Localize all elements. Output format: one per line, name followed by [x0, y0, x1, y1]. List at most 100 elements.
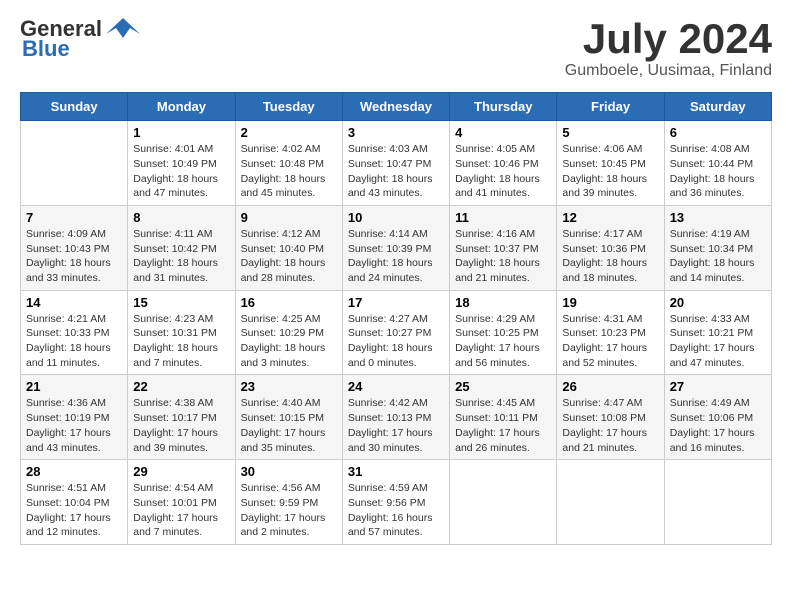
dow-header-wednesday: Wednesday	[342, 93, 449, 121]
calendar-cell: 29 Sunrise: 4:54 AMSunset: 10:01 PMDaylig…	[128, 460, 235, 545]
calendar-cell: 9Sunrise: 4:12 AMSunset: 10:40 PMDayligh…	[235, 205, 342, 290]
day-number: 28	[26, 464, 122, 479]
location-subtitle: Gumboele, Uusimaa, Finland	[565, 62, 772, 80]
day-number: 21	[26, 379, 122, 394]
day-info: Sunrise: 4:51 AMSunset: 10:04 PMDaylight…	[26, 481, 122, 540]
day-info: Sunrise: 4:25 AMSunset: 10:29 PMDaylight…	[241, 312, 337, 371]
dow-header-sunday: Sunday	[21, 93, 128, 121]
calendar-body: 1 Sunrise: 4:01 AMSunset: 10:49 PMDayligh…	[21, 121, 772, 545]
day-info: Sunrise: 4:08 AMSunset: 10:44 PMDaylight…	[670, 142, 766, 201]
day-number: 10	[348, 210, 444, 225]
day-info: Sunrise: 4:21 AMSunset: 10:33 PMDaylight…	[26, 312, 122, 371]
day-number: 17	[348, 295, 444, 310]
calendar-week-3: 14 Sunrise: 4:21 AMSunset: 10:33 PMDaylig…	[21, 290, 772, 375]
day-info: Sunrise: 4:19 AMSunset: 10:34 PMDaylight…	[670, 227, 766, 286]
day-info: Sunrise: 4:59 AMSunset: 9:56 PMDaylight:…	[348, 481, 444, 540]
day-info: Sunrise: 4:06 AMSunset: 10:45 PMDaylight…	[562, 142, 658, 201]
day-info: Sunrise: 4:16 AMSunset: 10:37 PMDaylight…	[455, 227, 551, 286]
day-info: Sunrise: 4:36 AMSunset: 10:19 PMDaylight…	[26, 396, 122, 455]
logo: General Blue	[20, 16, 140, 62]
day-number: 14	[26, 295, 122, 310]
day-info: Sunrise: 4:09 AMSunset: 10:43 PMDaylight…	[26, 227, 122, 286]
calendar-cell: 23 Sunrise: 4:40 AMSunset: 10:15 PMDaylig…	[235, 375, 342, 460]
day-info: Sunrise: 4:31 AMSunset: 10:23 PMDaylight…	[562, 312, 658, 371]
calendar-cell: 31 Sunrise: 4:59 AMSunset: 9:56 PMDayligh…	[342, 460, 449, 545]
calendar-cell: 11 Sunrise: 4:16 AMSunset: 10:37 PMDaylig…	[450, 205, 557, 290]
calendar-cell: 28 Sunrise: 4:51 AMSunset: 10:04 PMDaylig…	[21, 460, 128, 545]
page-header: General Blue July 2024 Gumboele, Uusimaa…	[20, 16, 772, 80]
logo-blue: Blue	[20, 36, 70, 62]
calendar-cell	[557, 460, 664, 545]
calendar-week-5: 28 Sunrise: 4:51 AMSunset: 10:04 PMDaylig…	[21, 460, 772, 545]
day-info: Sunrise: 4:56 AMSunset: 9:59 PMDaylight:…	[241, 481, 337, 540]
calendar-cell: 10 Sunrise: 4:14 AMSunset: 10:39 PMDaylig…	[342, 205, 449, 290]
calendar-cell: 26Sunrise: 4:47 AMSunset: 10:08 PMDaylig…	[557, 375, 664, 460]
day-info: Sunrise: 4:33 AMSunset: 10:21 PMDaylight…	[670, 312, 766, 371]
calendar-cell: 4 Sunrise: 4:05 AMSunset: 10:46 PMDayligh…	[450, 121, 557, 206]
day-number: 9	[241, 210, 337, 225]
day-number: 31	[348, 464, 444, 479]
day-number: 24	[348, 379, 444, 394]
calendar-cell: 18 Sunrise: 4:29 AMSunset: 10:25 PMDaylig…	[450, 290, 557, 375]
day-number: 18	[455, 295, 551, 310]
day-number: 11	[455, 210, 551, 225]
day-number: 2	[241, 125, 337, 140]
day-info: Sunrise: 4:45 AMSunset: 10:11 PMDaylight…	[455, 396, 551, 455]
day-number: 8	[133, 210, 229, 225]
day-number: 30	[241, 464, 337, 479]
day-info: Sunrise: 4:14 AMSunset: 10:39 PMDaylight…	[348, 227, 444, 286]
calendar-cell: 2 Sunrise: 4:02 AMSunset: 10:48 PMDayligh…	[235, 121, 342, 206]
day-number: 3	[348, 125, 444, 140]
dow-header-friday: Friday	[557, 93, 664, 121]
calendar-cell: 13 Sunrise: 4:19 AMSunset: 10:34 PMDaylig…	[664, 205, 771, 290]
day-number: 12	[562, 210, 658, 225]
day-info: Sunrise: 4:42 AMSunset: 10:13 PMDaylight…	[348, 396, 444, 455]
day-info: Sunrise: 4:47 AMSunset: 10:08 PMDaylight…	[562, 396, 658, 455]
day-number: 1	[133, 125, 229, 140]
calendar-cell	[21, 121, 128, 206]
day-number: 20	[670, 295, 766, 310]
calendar-week-4: 21 Sunrise: 4:36 AMSunset: 10:19 PMDaylig…	[21, 375, 772, 460]
calendar-cell: 21 Sunrise: 4:36 AMSunset: 10:19 PMDaylig…	[21, 375, 128, 460]
calendar-cell: 20 Sunrise: 4:33 AMSunset: 10:21 PMDaylig…	[664, 290, 771, 375]
day-info: Sunrise: 4:40 AMSunset: 10:15 PMDaylight…	[241, 396, 337, 455]
day-info: Sunrise: 4:02 AMSunset: 10:48 PMDaylight…	[241, 142, 337, 201]
calendar-cell: 12Sunrise: 4:17 AMSunset: 10:36 PMDaylig…	[557, 205, 664, 290]
dow-header-tuesday: Tuesday	[235, 93, 342, 121]
day-number: 4	[455, 125, 551, 140]
calendar-cell: 22 Sunrise: 4:38 AMSunset: 10:17 PMDaylig…	[128, 375, 235, 460]
month-title: July 2024	[565, 16, 772, 62]
title-section: July 2024 Gumboele, Uusimaa, Finland	[565, 16, 772, 80]
day-info: Sunrise: 4:23 AMSunset: 10:31 PMDaylight…	[133, 312, 229, 371]
day-info: Sunrise: 4:38 AMSunset: 10:17 PMDaylight…	[133, 396, 229, 455]
calendar-cell: 8Sunrise: 4:11 AMSunset: 10:42 PMDayligh…	[128, 205, 235, 290]
dow-header-saturday: Saturday	[664, 93, 771, 121]
calendar-cell: 19Sunrise: 4:31 AMSunset: 10:23 PMDaylig…	[557, 290, 664, 375]
day-number: 13	[670, 210, 766, 225]
day-number: 25	[455, 379, 551, 394]
day-info: Sunrise: 4:01 AMSunset: 10:49 PMDaylight…	[133, 142, 229, 201]
calendar-cell: 15 Sunrise: 4:23 AMSunset: 10:31 PMDaylig…	[128, 290, 235, 375]
day-number: 29	[133, 464, 229, 479]
days-of-week-row: SundayMondayTuesdayWednesdayThursdayFrid…	[21, 93, 772, 121]
day-number: 6	[670, 125, 766, 140]
day-number: 22	[133, 379, 229, 394]
day-number: 27	[670, 379, 766, 394]
calendar-cell: 24 Sunrise: 4:42 AMSunset: 10:13 PMDaylig…	[342, 375, 449, 460]
calendar-cell: 6 Sunrise: 4:08 AMSunset: 10:44 PMDayligh…	[664, 121, 771, 206]
day-info: Sunrise: 4:29 AMSunset: 10:25 PMDaylight…	[455, 312, 551, 371]
calendar-cell: 17Sunrise: 4:27 AMSunset: 10:27 PMDaylig…	[342, 290, 449, 375]
day-number: 23	[241, 379, 337, 394]
calendar-week-1: 1 Sunrise: 4:01 AMSunset: 10:49 PMDayligh…	[21, 121, 772, 206]
calendar-cell: 7 Sunrise: 4:09 AMSunset: 10:43 PMDayligh…	[21, 205, 128, 290]
calendar-cell: 1 Sunrise: 4:01 AMSunset: 10:49 PMDayligh…	[128, 121, 235, 206]
day-info: Sunrise: 4:05 AMSunset: 10:46 PMDaylight…	[455, 142, 551, 201]
day-info: Sunrise: 4:03 AMSunset: 10:47 PMDaylight…	[348, 142, 444, 201]
calendar-cell: 16 Sunrise: 4:25 AMSunset: 10:29 PMDaylig…	[235, 290, 342, 375]
day-number: 15	[133, 295, 229, 310]
calendar-cell: 25 Sunrise: 4:45 AMSunset: 10:11 PMDaylig…	[450, 375, 557, 460]
calendar-week-2: 7 Sunrise: 4:09 AMSunset: 10:43 PMDayligh…	[21, 205, 772, 290]
day-number: 7	[26, 210, 122, 225]
day-info: Sunrise: 4:54 AMSunset: 10:01 PMDaylight…	[133, 481, 229, 540]
day-number: 16	[241, 295, 337, 310]
